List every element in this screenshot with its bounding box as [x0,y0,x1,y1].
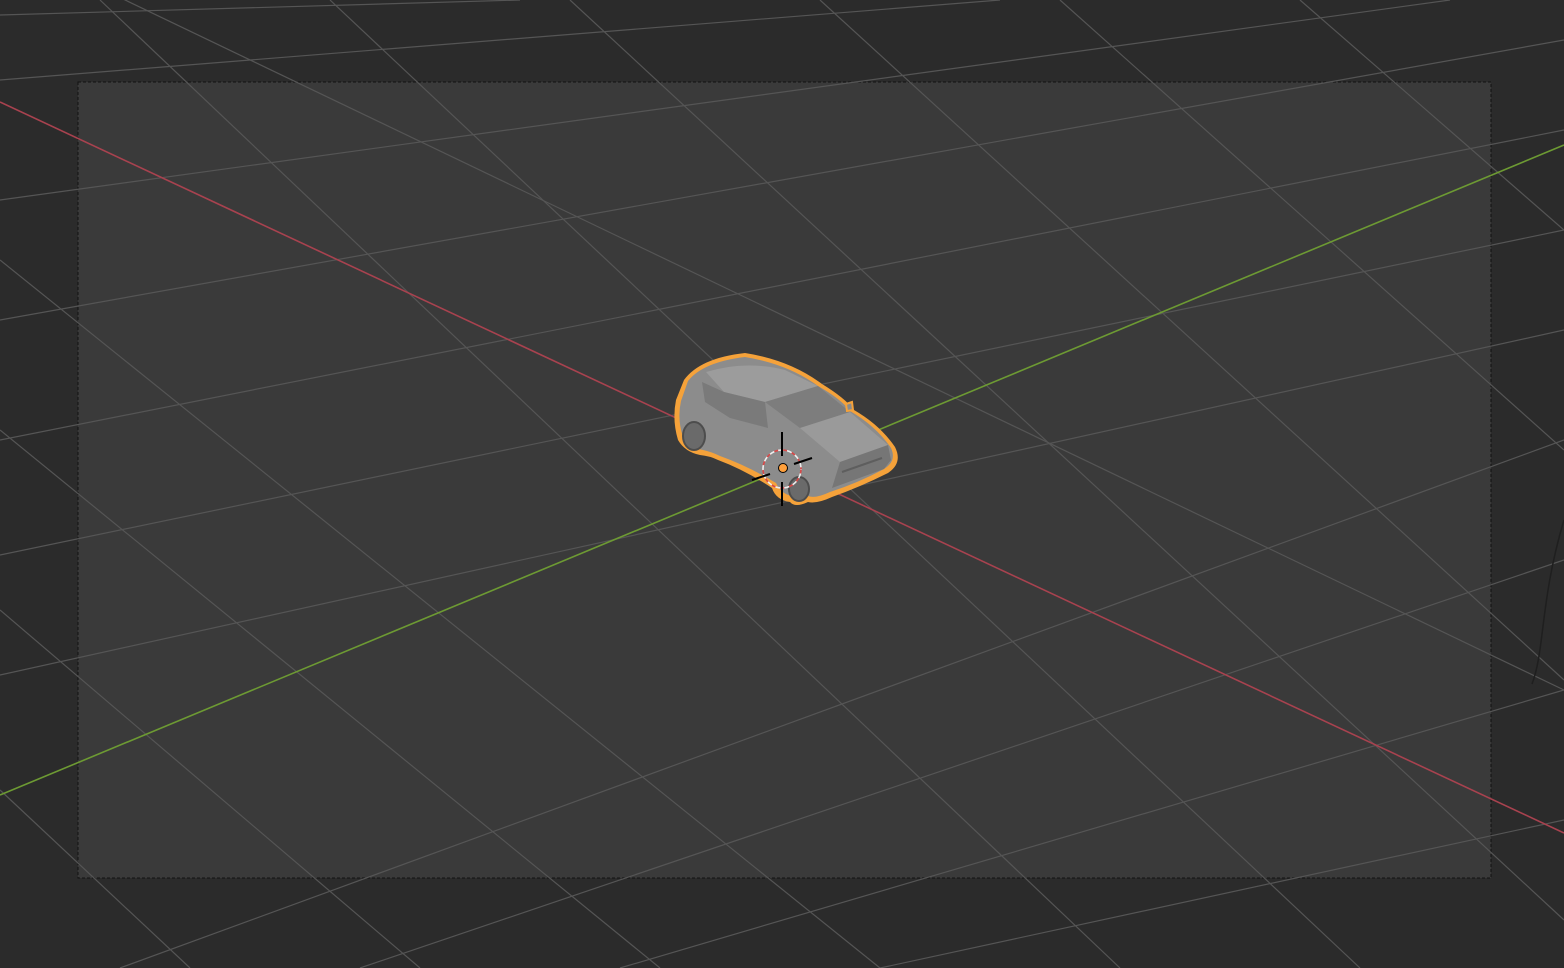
car-mirror [844,400,855,413]
object-origin-dot [778,463,788,473]
viewport-canvas[interactable] [0,0,1564,968]
car-rear-wheel [682,421,706,451]
car-front-wheel [788,476,810,502]
3d-viewport[interactable] [0,0,1564,968]
